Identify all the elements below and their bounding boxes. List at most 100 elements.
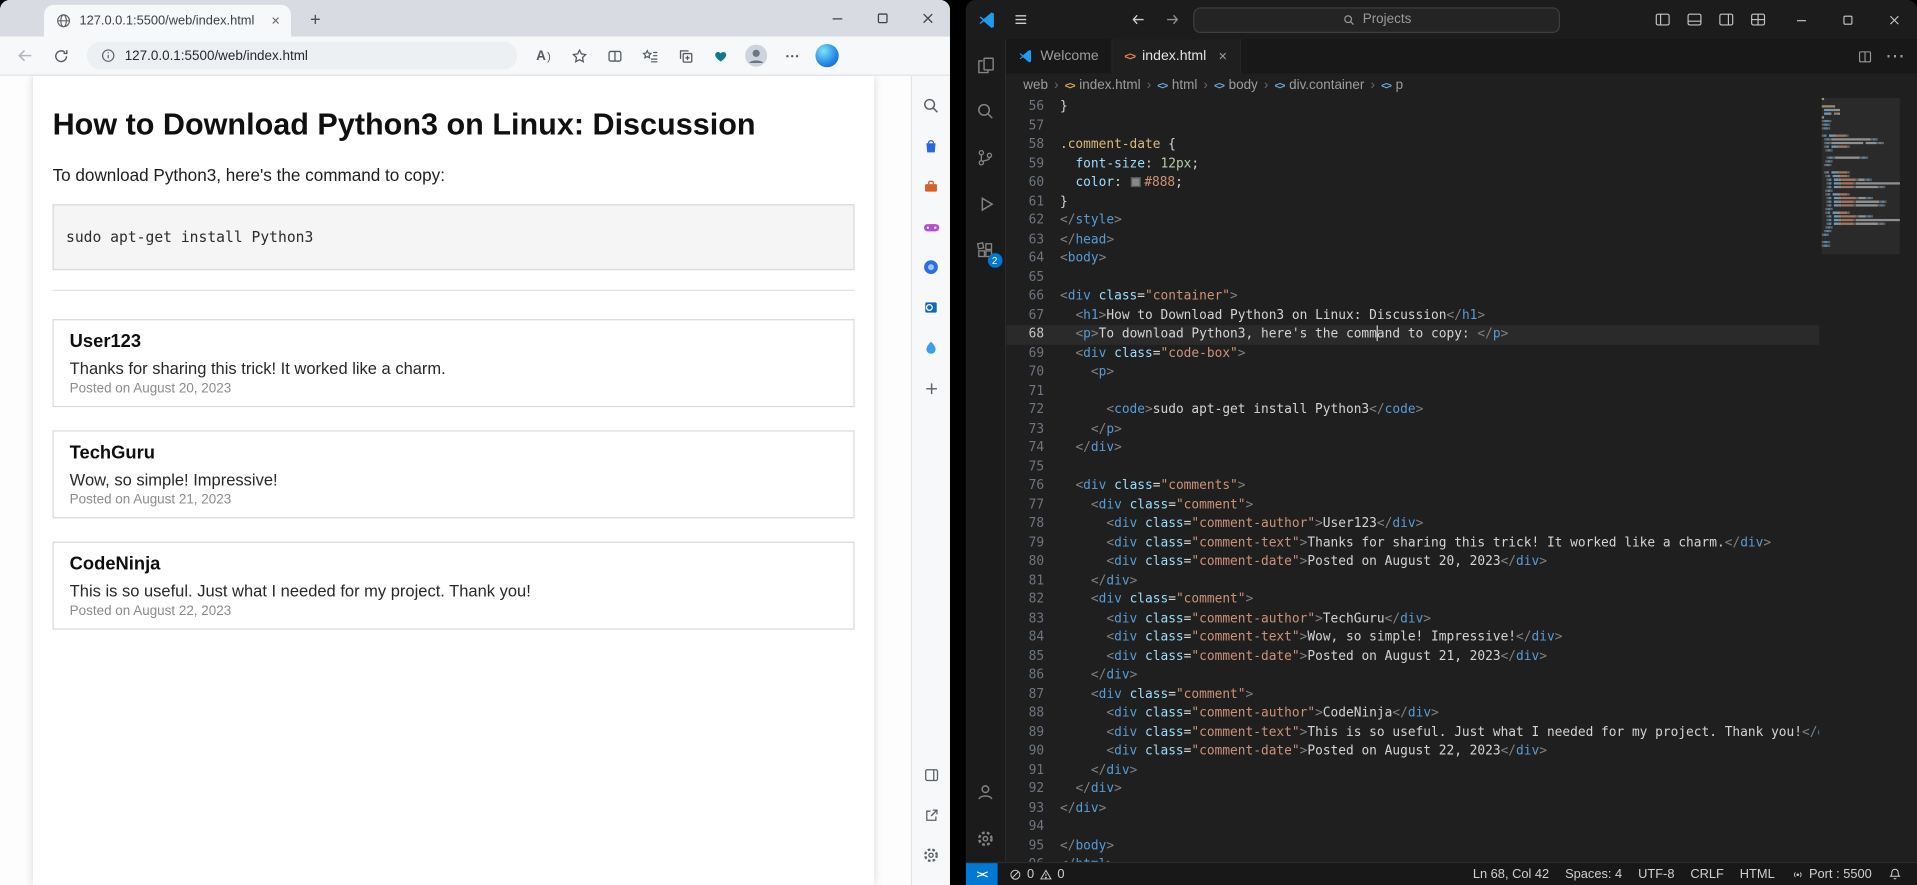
refresh-button[interactable] [44, 40, 77, 72]
editor-line[interactable]: 92 </div> [1006, 780, 1819, 799]
customize-layout-icon[interactable] [1743, 5, 1772, 34]
editor-line[interactable]: 80 <div class="comment-date">Posted on A… [1006, 553, 1819, 572]
editor-line[interactable]: 67 <h1>How to Download Python3 on Linux:… [1006, 306, 1819, 325]
editor-line[interactable]: 58.comment-date { [1006, 136, 1819, 155]
editor-line[interactable]: 59 font-size: 12px; [1006, 155, 1819, 174]
split-screen-icon[interactable] [598, 40, 631, 72]
editor-line[interactable]: 68 <p>To download Python3, here's the co… [1006, 325, 1819, 344]
toggle-panel-icon[interactable] [1680, 5, 1709, 34]
maximize-button[interactable] [859, 0, 904, 37]
notifications-bell-icon[interactable] [1888, 867, 1903, 882]
sidebar-drop-icon[interactable] [915, 328, 947, 368]
sidebar-search-icon[interactable] [915, 86, 947, 126]
editor-line[interactable]: 57 [1006, 117, 1819, 136]
sidebar-outlook-icon[interactable] [915, 287, 947, 327]
menu-hamburger-icon[interactable] [1005, 4, 1037, 36]
sidebar-games-icon[interactable] [915, 207, 947, 247]
editor-line[interactable]: 81 </div> [1006, 572, 1819, 591]
back-button[interactable] [9, 40, 42, 72]
navigate-forward-icon[interactable] [1159, 6, 1186, 33]
site-info-icon[interactable] [100, 48, 116, 64]
editor-line[interactable]: 94 [1006, 818, 1819, 837]
editor-line[interactable]: 89 <div class="comment-text">This is so … [1006, 723, 1819, 742]
sidebar-microsoft365-icon[interactable] [915, 247, 947, 287]
editor-lines[interactable]: 56}5758.comment-date {59 font-size: 12px… [1006, 98, 1819, 862]
editor-line[interactable]: 91 </div> [1006, 761, 1819, 780]
editor-line[interactable]: 78 <div class="comment-author">User123</… [1006, 515, 1819, 534]
sidebar-panel-icon[interactable] [915, 754, 947, 794]
editor-line[interactable]: 85 <div class="comment-date">Posted on A… [1006, 647, 1819, 666]
minimap-slider[interactable] [1822, 98, 1900, 254]
code-editor[interactable]: 56}5758.comment-date {59 font-size: 12px… [1006, 98, 1917, 862]
split-editor-icon[interactable] [1857, 48, 1873, 64]
editor-line[interactable]: 76 <div class="comments"> [1006, 477, 1819, 496]
minimize-button[interactable] [1778, 0, 1824, 39]
editor-line[interactable]: 88 <div class="comment-author">CodeNinja… [1006, 704, 1819, 723]
read-aloud-icon[interactable]: A) [527, 40, 560, 72]
editor-line[interactable]: 77 <div class="comment"> [1006, 496, 1819, 515]
sidebar-tools-icon[interactable] [915, 166, 947, 206]
close-button[interactable] [1871, 0, 1917, 39]
editor-line[interactable]: 96</html> [1006, 856, 1819, 862]
editor-line[interactable]: 82 <div class="comment"> [1006, 591, 1819, 610]
language-mode[interactable]: HTML [1740, 867, 1775, 882]
editor-line[interactable]: 73 </p> [1006, 420, 1819, 439]
minimap[interactable] [1822, 98, 1900, 862]
run-debug-icon[interactable] [966, 181, 1006, 227]
editor-line[interactable]: 72 <code>sudo apt-get install Python3</c… [1006, 401, 1819, 420]
editor-line[interactable]: 84 <div class="comment-text">Wow, so sim… [1006, 628, 1819, 647]
add-favorite-star-icon[interactable] [562, 40, 595, 72]
extensions-icon[interactable]: 2 [966, 227, 1006, 273]
editor-line[interactable]: 69 <div class="code-box"> [1006, 344, 1819, 363]
editor-line[interactable]: 63</head> [1006, 230, 1819, 249]
problems-status[interactable]: 0 0 [998, 867, 1076, 882]
editor-line[interactable]: 75 [1006, 458, 1819, 477]
tab-close-icon[interactable]: × [1218, 48, 1227, 65]
editor-line[interactable]: 60 color: #888; [1006, 174, 1819, 193]
editor-line[interactable]: 66<div class="container"> [1006, 287, 1819, 306]
editor-line[interactable]: 90 <div class="comment-date">Posted on A… [1006, 742, 1819, 761]
maximize-button[interactable] [1824, 0, 1870, 39]
editor-line[interactable]: 70 <p> [1006, 363, 1819, 382]
source-control-icon[interactable] [966, 134, 1006, 180]
breadcrumb-item-p[interactable]: <>p [1381, 78, 1403, 93]
explorer-icon[interactable] [966, 42, 1006, 88]
close-button[interactable] [905, 0, 950, 37]
editor-line[interactable]: 87 <div class="comment"> [1006, 685, 1819, 704]
address-bar[interactable]: 127.0.0.1:5500/web/index.html [87, 42, 517, 70]
breadcrumb-item-div-container[interactable]: <>div.container [1275, 78, 1365, 93]
editor-line[interactable]: 79 <div class="comment-text">Thanks for … [1006, 534, 1819, 553]
browser-tab[interactable]: 127.0.0.1:5500/web/index.html × [44, 5, 291, 37]
browser-essentials-icon[interactable] [704, 40, 737, 72]
tab-close-icon[interactable]: × [268, 12, 284, 29]
breadcrumb-item-body[interactable]: <>body [1214, 78, 1258, 93]
favorites-icon[interactable] [633, 40, 666, 72]
sidebar-shopping-icon[interactable] [915, 126, 947, 166]
sidebar-settings-gear-icon[interactable] [915, 835, 947, 875]
breadcrumb-item-html[interactable]: <>html [1157, 78, 1197, 93]
tab-index-html[interactable]: <> index.html × [1112, 39, 1240, 73]
editor-line[interactable]: 64<body> [1006, 249, 1819, 268]
toggle-sidebar-icon[interactable] [1648, 5, 1677, 34]
editor-line[interactable]: 74 </div> [1006, 439, 1819, 458]
editor-line[interactable]: 83 <div class="comment-author">TechGuru<… [1006, 609, 1819, 628]
cursor-position[interactable]: Ln 68, Col 42 [1473, 867, 1549, 882]
more-actions-icon[interactable]: ⋯ [1885, 44, 1905, 68]
editor-line[interactable]: 56} [1006, 98, 1819, 117]
open-in-window-icon[interactable] [915, 795, 947, 835]
editor-line[interactable]: 93</div> [1006, 799, 1819, 818]
settings-gear-icon[interactable] [966, 815, 1006, 861]
command-center-search[interactable]: Projects [1193, 7, 1560, 33]
editor-line[interactable]: 71 [1006, 382, 1819, 401]
profile-avatar[interactable] [740, 40, 773, 72]
collections-icon[interactable] [669, 40, 702, 72]
editor-line[interactable]: 62</style> [1006, 212, 1819, 231]
copilot-icon[interactable] [811, 40, 844, 72]
breadcrumb-item-file[interactable]: <>index.html [1065, 78, 1141, 93]
new-tab-button[interactable]: + [301, 5, 330, 34]
account-icon[interactable] [966, 769, 1006, 815]
breadcrumb-item-web[interactable]: web [1023, 78, 1048, 93]
minimize-button[interactable] [814, 0, 859, 37]
editor-line[interactable]: 65 [1006, 268, 1819, 287]
eol-setting[interactable]: CRLF [1690, 867, 1724, 882]
